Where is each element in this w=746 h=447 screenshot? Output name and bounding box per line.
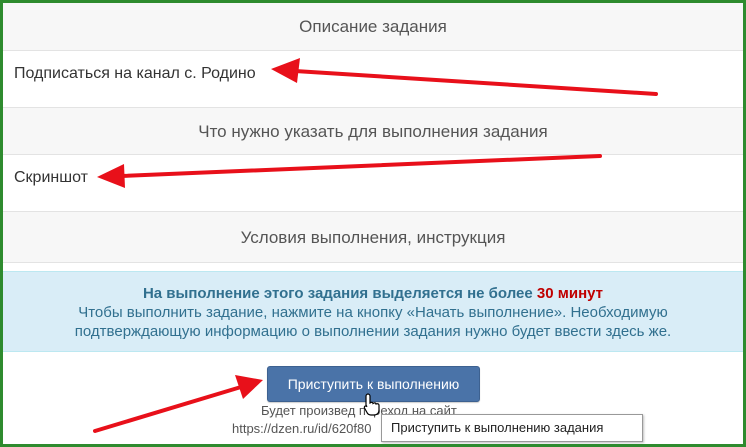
time-limit-text: На выполнение этого задания выделяется н…: [142, 285, 537, 302]
instruction-line-1: Чтобы выполнить задание, нажмите на кноп…: [78, 304, 668, 321]
conditions-header: Условия выполнения, инструкция: [3, 211, 743, 263]
time-limit-notice: На выполнение этого задания выделяется н…: [3, 271, 743, 352]
description-body: Подписаться на канал с. Родино: [3, 51, 743, 96]
instruction-line-2: подтверждающую информацию о выполнении з…: [74, 323, 672, 340]
time-limit-value: 30 минут: [536, 285, 604, 302]
time-limit-line: На выполнение этого задания выделяется н…: [3, 284, 743, 303]
description-header: Описание задания: [3, 3, 743, 51]
button-tooltip: Приступить к выполнению задания: [381, 414, 643, 442]
hand-pointer-icon: [363, 393, 380, 416]
required-info-body: Скриншот: [3, 155, 743, 201]
required-info-header: Что нужно указать для выполнения задания: [3, 107, 743, 155]
redirect-url[interactable]: https://dzen.ru/id/620f80: [232, 421, 371, 436]
task-panel: Описание задания Подписаться на канал с.…: [3, 3, 743, 444]
